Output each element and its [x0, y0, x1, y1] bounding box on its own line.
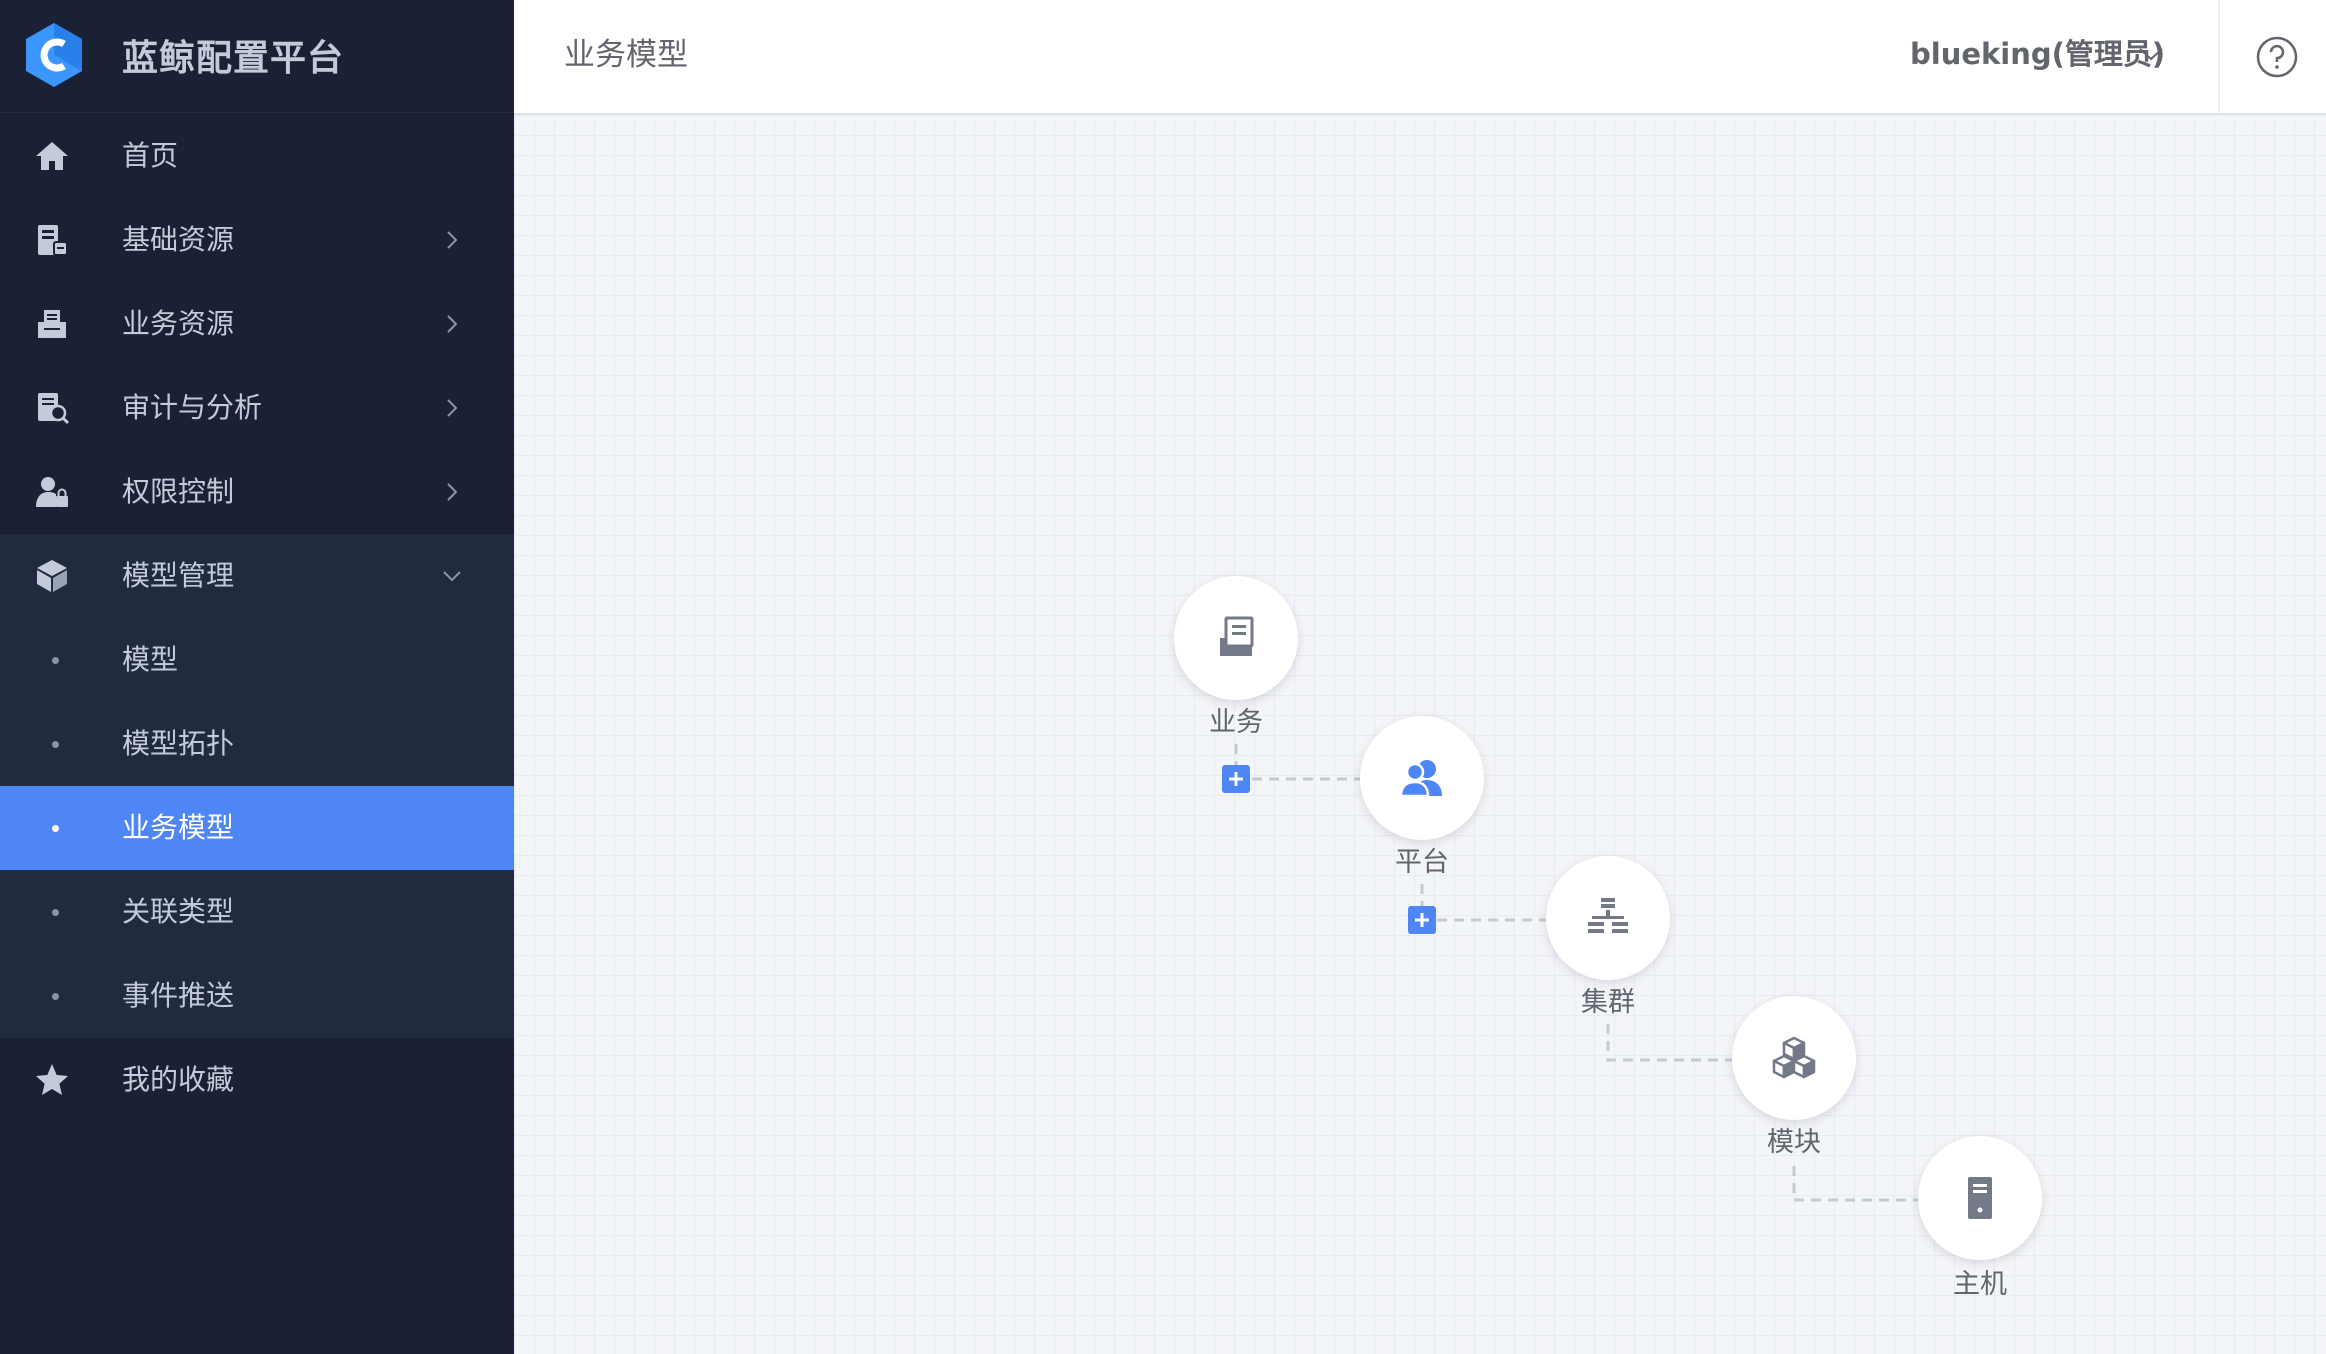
module-icon [1772, 1036, 1816, 1079]
topology-node-cluster[interactable] [1546, 856, 1670, 980]
node-label: 集群 [1581, 987, 1635, 1018]
topology-node-host[interactable] [1918, 1136, 2042, 1260]
connector-line [1234, 744, 1360, 781]
node-label: 业务 [1209, 707, 1263, 738]
business-icon [1220, 616, 1254, 656]
add-node-button[interactable] [1222, 765, 1250, 793]
platform-users-icon [1399, 760, 1442, 798]
topology-node-platform[interactable] [1360, 716, 1484, 840]
connector-line [1792, 1166, 1918, 1202]
topology-node-business[interactable] [1174, 576, 1298, 700]
plus-icon [1415, 913, 1429, 927]
node-label: 模块 [1767, 1127, 1821, 1158]
node-label: 平台 [1395, 847, 1449, 878]
node-label: 主机 [1953, 1269, 2007, 1300]
topology-node-module[interactable] [1732, 996, 1856, 1120]
cluster-icon [1588, 898, 1628, 933]
host-icon [1968, 1177, 1992, 1219]
plus-icon [1229, 772, 1243, 786]
connector-line [1420, 884, 1546, 922]
connector-line [1606, 1024, 1732, 1062]
add-node-button[interactable] [1408, 906, 1436, 934]
